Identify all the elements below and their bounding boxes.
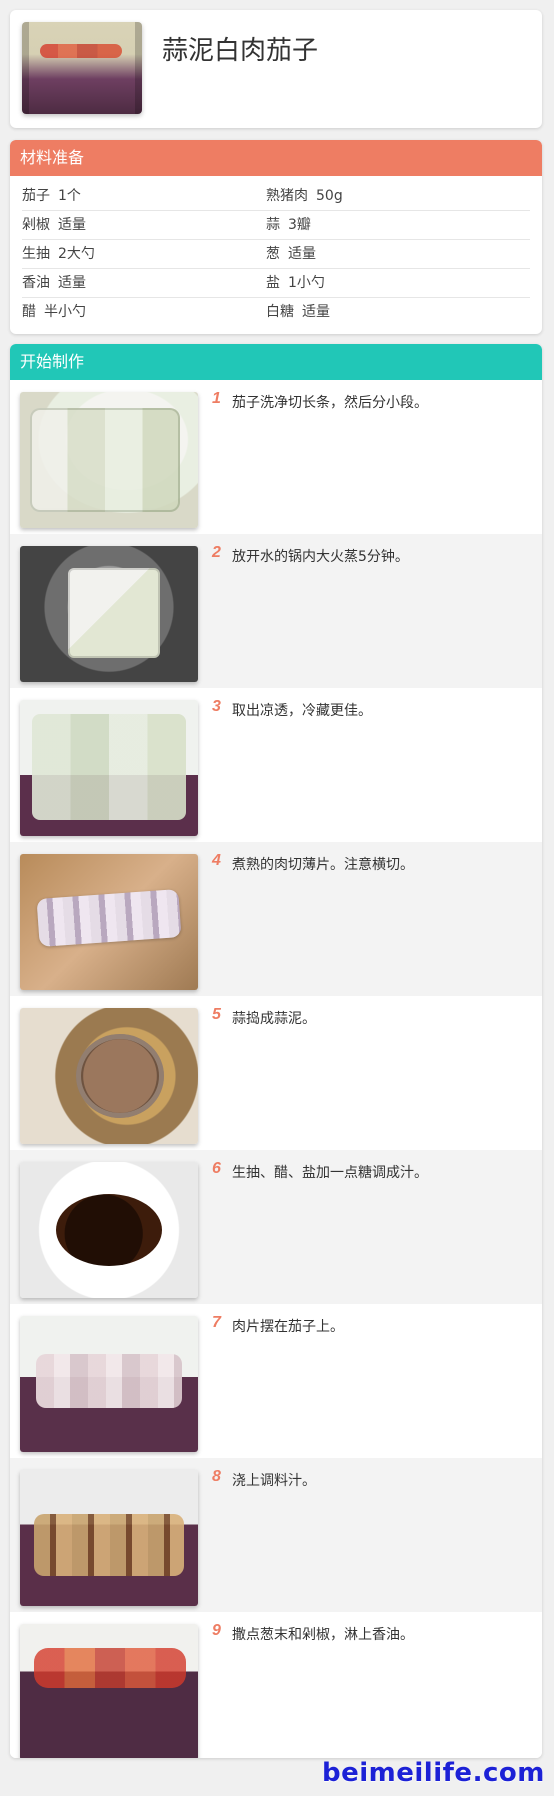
ingredient-left: 剁椒 适量	[22, 211, 262, 239]
ingredient-qty: 半小勺	[44, 304, 86, 320]
step-number: 5	[212, 1006, 221, 1023]
ingredient-row: 剁椒 适量 蒜 3瓣	[22, 211, 530, 240]
ingredients-table: 茄子 1个 熟猪肉 50g 剁椒 适量 蒜 3瓣 生抽 2大勺 葱适量 香油 适…	[22, 182, 530, 326]
step-text: 肉片摆在茄子上。	[232, 1319, 344, 1335]
ingredient-name: 剁椒	[22, 217, 50, 233]
step-image	[20, 1008, 198, 1144]
step-text: 生抽、醋、盐加一点糖调成汁。	[232, 1165, 428, 1181]
ingredients-header: 材料准备	[10, 140, 542, 176]
step-row: 5 蒜捣成蒜泥。	[10, 996, 542, 1150]
step-image	[20, 854, 198, 990]
ingredient-row: 醋半小勺 白糖 适量	[22, 298, 530, 326]
recipe-hero-image	[22, 22, 142, 114]
steps-card: 开始制作 1 茄子洗净切长条，然后分小段。 2 放开水的锅内大火蒸5分钟。 3 …	[10, 344, 542, 1758]
step-row: 4 煮熟的肉切薄片。注意横切。	[10, 842, 542, 996]
step-image	[20, 546, 198, 682]
step-number: 3	[212, 698, 221, 715]
ingredient-qty: 1个	[58, 188, 81, 204]
ingredient-row: 生抽 2大勺 葱适量	[22, 240, 530, 269]
ingredient-row: 茄子 1个 熟猪肉 50g	[22, 182, 530, 211]
step-image	[20, 1162, 198, 1298]
garlic-paste-icon	[20, 1008, 198, 1144]
step-image	[20, 1624, 198, 1758]
step-text: 取出凉透，冷藏更佳。	[232, 703, 372, 719]
ingredient-name: 蒜	[266, 217, 280, 233]
recipe-page: 蒜泥白肉茄子 材料准备 茄子 1个 熟猪肉 50g 剁椒 适量 蒜 3瓣 生抽 …	[0, 0, 554, 1796]
ingredient-qty: 3瓣	[288, 217, 311, 233]
ingredient-name: 盐	[266, 275, 280, 291]
ingredient-name: 醋	[22, 304, 36, 320]
sauce-bowl-icon	[20, 1162, 198, 1298]
step-row: 8 浇上调料汁。	[10, 1458, 542, 1612]
step-row: 7 肉片摆在茄子上。	[10, 1304, 542, 1458]
step-number: 7	[212, 1314, 221, 1331]
recipe-header-card: 蒜泥白肉茄子	[10, 10, 542, 128]
step-row: 9 撒点葱末和剁椒，淋上香油。	[10, 1612, 542, 1758]
ingredient-qty: 适量	[288, 246, 316, 262]
ingredient-name: 茄子	[22, 188, 50, 204]
ingredient-left: 生抽 2大勺	[22, 240, 262, 268]
ingredient-right: 蒜 3瓣	[266, 211, 526, 239]
ingredient-qty: 2大勺	[58, 246, 95, 262]
ingredient-qty: 适量	[302, 304, 330, 320]
step-text: 撒点葱末和剁椒，淋上香油。	[232, 1627, 414, 1643]
ingredient-right: 葱适量	[266, 240, 526, 268]
ingredient-right: 熟猪肉 50g	[266, 182, 526, 210]
steps-header: 开始制作	[10, 344, 542, 380]
step-text: 蒜捣成蒜泥。	[232, 1011, 316, 1027]
poured-sauce-icon	[20, 1470, 198, 1606]
step-row: 2 放开水的锅内大火蒸5分钟。	[10, 534, 542, 688]
step-number: 9	[212, 1622, 221, 1639]
step-number: 8	[212, 1468, 221, 1485]
ingredient-left: 茄子 1个	[22, 182, 262, 210]
step-row: 1 茄子洗净切长条，然后分小段。	[10, 380, 542, 534]
step-number: 4	[212, 852, 221, 869]
eggplant-strips-icon	[20, 392, 198, 528]
ingredient-qty: 1小勺	[288, 275, 325, 291]
step-image	[20, 392, 198, 528]
step-text: 浇上调料汁。	[232, 1473, 316, 1489]
ingredients-card: 材料准备 茄子 1个 熟猪肉 50g 剁椒 适量 蒜 3瓣 生抽 2大勺 葱 适…	[10, 140, 542, 334]
ingredient-name: 香油	[22, 275, 50, 291]
ingredient-left: 香油 适量	[22, 269, 262, 297]
ingredient-name: 生抽	[22, 246, 50, 262]
steamer-pot-icon	[20, 546, 198, 682]
ingredient-qty: 50g	[316, 188, 343, 204]
site-watermark: beimeilife.com	[322, 1758, 545, 1788]
sliced-pork-icon	[20, 854, 198, 990]
ingredient-name: 葱	[266, 246, 280, 262]
step-text: 茄子洗净切长条，然后分小段。	[232, 395, 428, 411]
ingredient-qty: 适量	[58, 275, 86, 291]
step-image	[20, 700, 198, 836]
step-text: 煮熟的肉切薄片。注意横切。	[232, 857, 414, 873]
cooled-eggplant-icon	[20, 700, 198, 836]
ingredient-qty: 适量	[58, 217, 86, 233]
ingredient-right: 盐 1小勺	[266, 269, 526, 297]
ingredient-left: 醋半小勺	[22, 298, 262, 326]
step-row: 6 生抽、醋、盐加一点糖调成汁。	[10, 1150, 542, 1304]
final-plate-icon	[20, 1624, 198, 1758]
step-text: 放开水的锅内大火蒸5分钟。	[232, 549, 409, 565]
ingredient-name: 白糖	[266, 304, 294, 320]
step-number: 2	[212, 544, 221, 561]
recipe-title: 蒜泥白肉茄子	[162, 36, 319, 66]
pork-on-eggplant-icon	[20, 1316, 198, 1452]
step-number: 1	[212, 390, 221, 407]
step-image	[20, 1316, 198, 1452]
step-number: 6	[212, 1160, 221, 1177]
ingredient-row: 香油 适量 盐 1小勺	[22, 269, 530, 298]
ingredient-name: 熟猪肉	[266, 188, 308, 204]
step-image	[20, 1470, 198, 1606]
ingredient-right: 白糖 适量	[266, 298, 526, 326]
step-row: 3 取出凉透，冷藏更佳。	[10, 688, 542, 842]
